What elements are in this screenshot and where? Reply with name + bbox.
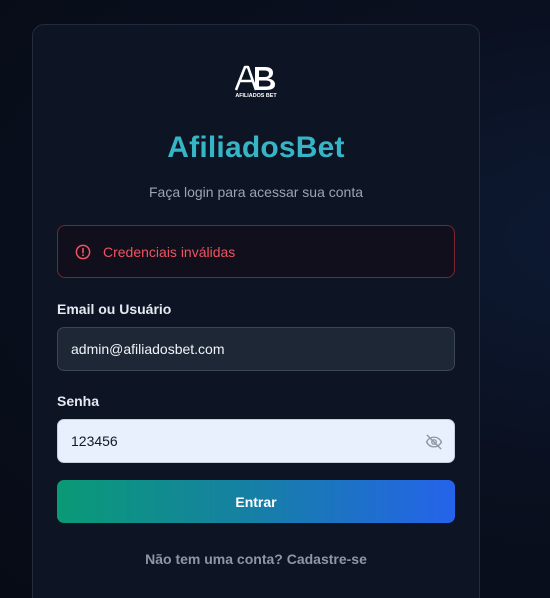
login-subtitle: Faça login para acessar sua conta — [148, 184, 363, 200]
eye-off-icon[interactable] — [425, 433, 443, 451]
logo: AFILIADOS BET — [33, 63, 479, 103]
password-field-wrapper — [57, 419, 455, 463]
login-card: AFILIADOS BET AfiliadosBet Faça login pa… — [32, 24, 480, 598]
error-message: Credenciais inválidas — [103, 243, 236, 260]
email-field[interactable] — [71, 341, 454, 357]
signup-prompt-text: Não tem uma conta? — [145, 551, 283, 567]
password-label: Senha — [57, 393, 100, 409]
login-button[interactable]: Entrar — [57, 480, 455, 523]
brand-title: AfiliadosBet — [167, 131, 345, 164]
alert-circle-icon — [75, 244, 91, 260]
signup-link[interactable]: Cadastre-se — [287, 551, 367, 567]
signup-prompt: Não tem uma conta? Cadastre-se — [33, 551, 479, 567]
email-field-wrapper — [57, 327, 455, 371]
error-alert: Credenciais inválidas — [57, 225, 455, 278]
logo-subtext: AFILIADOS BET — [235, 93, 277, 99]
afiliadosbet-logo-icon: AFILIADOS BET — [234, 65, 277, 99]
email-label: Email ou Usuário — [57, 301, 172, 317]
password-field[interactable] — [71, 433, 411, 449]
